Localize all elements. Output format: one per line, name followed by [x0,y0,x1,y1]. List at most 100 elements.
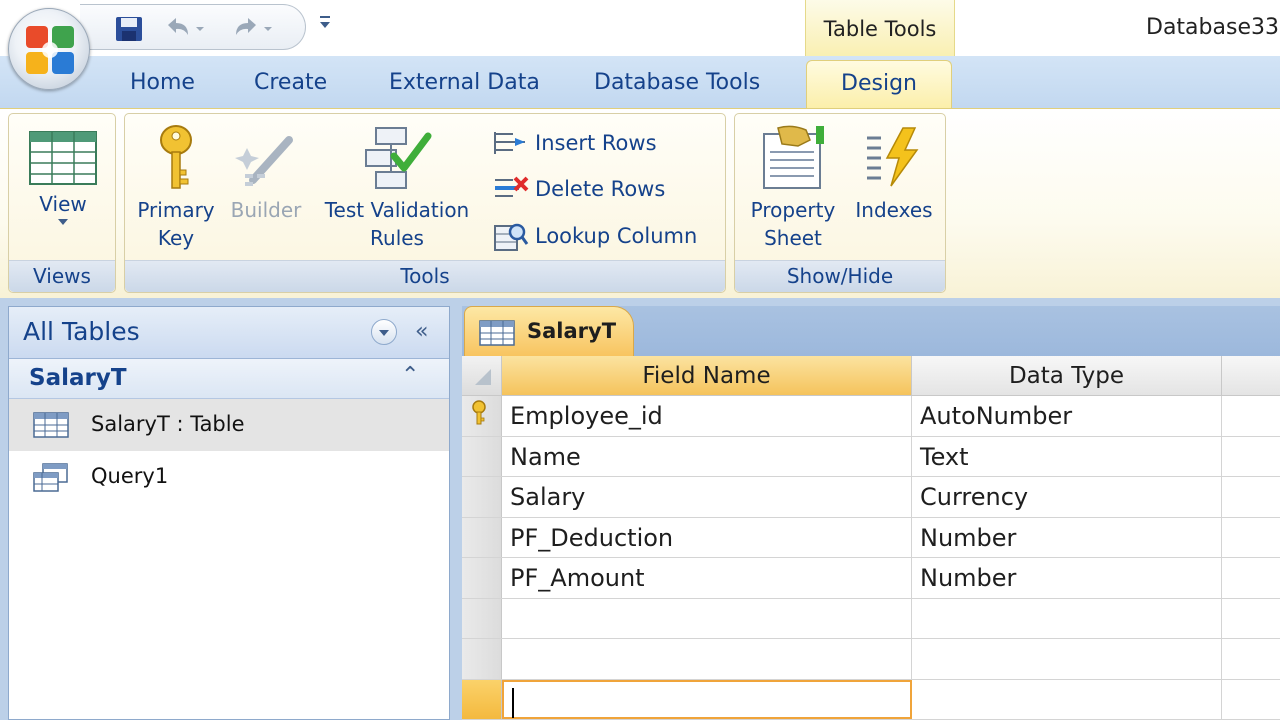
table-row-active[interactable] [462,679,1280,720]
primary-key-button[interactable]: Primary Key [133,124,219,252]
column-header-data-type[interactable]: Data Type [912,356,1222,396]
query-icon [33,463,68,492]
table-row[interactable]: Employee_id AutoNumber [462,396,1280,437]
table-design-grid: Field Name Data Type Employee_id AutoNum… [462,356,1280,720]
table-row[interactable]: PF_Amount Number [462,558,1280,599]
document-tab-label: SalaryT [527,319,617,343]
nav-item-salaryt-table[interactable]: SalaryT : Table [9,399,449,451]
nav-pane-title: All Tables [23,317,140,346]
primary-key-label-line1: Primary [137,198,215,222]
row-selector[interactable] [462,517,502,557]
data-type-cell[interactable]: Number [912,558,1222,598]
field-name-cell[interactable]: Employee_id [502,396,912,436]
column-header-field-name[interactable]: Field Name [502,356,912,396]
primary-key-label-line2: Key [157,226,195,250]
property-sheet-label-line1: Property [750,198,836,222]
data-type-cell[interactable] [912,679,1222,719]
collapse-group-icon[interactable]: ⌃ [401,363,419,388]
data-type-cell[interactable]: AutoNumber [912,396,1222,436]
field-name-cell[interactable]: PF_Deduction [502,517,912,557]
nav-item-label: Query1 [91,464,169,488]
nav-item-query1[interactable]: Query1 [9,451,449,503]
table-row[interactable]: Name Text [462,436,1280,477]
row-selector[interactable] [462,558,502,598]
tab-database-tools[interactable]: Database Tools [594,70,760,95]
field-name-cell[interactable] [502,639,912,679]
nav-group-label: SalaryT [29,365,127,391]
delete-rows-button[interactable]: Delete Rows [493,174,665,204]
field-name-cell[interactable]: Salary [502,477,912,517]
tab-create[interactable]: Create [254,70,327,95]
view-label: View [39,192,87,216]
column-header-description[interactable] [1222,356,1280,396]
insert-rows-icon [494,132,525,154]
row-selector[interactable] [462,639,502,679]
nav-menu-dropdown-button[interactable] [371,319,397,345]
primary-key-icon [472,400,486,425]
data-type-cell[interactable]: Number [912,517,1222,557]
table-row-empty[interactable] [462,598,1280,639]
office-button[interactable] [8,8,90,90]
property-sheet-label-line2: Sheet [764,226,822,250]
lookup-column-label: Lookup Column [535,224,698,248]
data-type-cell[interactable] [912,598,1222,638]
indexes-lightning-icon [867,127,919,187]
document-tab-strip: SalaryT [462,306,1280,356]
row-selector[interactable] [462,477,502,517]
tools-group: Primary Key Builder Test Validation Rule… [124,113,726,293]
builder-wand-icon [235,136,293,186]
text-caret [512,687,514,718]
field-name-cell[interactable]: Name [502,436,912,476]
property-sheet-button[interactable]: Property Sheet [741,124,845,252]
indexes-label: Indexes [855,198,933,222]
key-icon [160,125,192,189]
view-button[interactable]: View [17,128,109,230]
indexes-button[interactable]: Indexes [847,124,941,224]
field-name-cell[interactable] [502,598,912,638]
navigation-pane: All Tables « SalaryT ⌃ SalaryT : Table Q… [8,306,450,720]
row-selector[interactable] [462,396,502,436]
tab-home[interactable]: Home [130,70,195,95]
shutter-bar-close-icon[interactable]: « [415,319,428,344]
views-group: View Views [8,113,116,293]
document-tab-salaryt[interactable]: SalaryT [464,306,634,356]
nav-item-label: SalaryT : Table [91,412,245,436]
lookup-column-icon [494,223,529,251]
table-row[interactable]: Salary Currency [462,477,1280,518]
data-type-cell[interactable]: Currency [912,477,1222,517]
table-row-empty[interactable] [462,639,1280,680]
lookup-column-button[interactable]: Lookup Column [493,220,697,252]
table-icon [479,320,515,346]
table-row[interactable]: PF_Deduction Number [462,517,1280,558]
insert-rows-button[interactable]: Insert Rows [493,128,657,158]
row-selector[interactable] [462,436,502,476]
nav-group-header[interactable]: SalaryT ⌃ [9,359,449,399]
show-hide-group-label: Show/Hide [735,260,945,292]
tab-external-data[interactable]: External Data [389,70,540,95]
nav-pane-header[interactable]: All Tables « [9,307,449,359]
select-all-icon [474,369,491,385]
data-type-cell[interactable] [912,639,1222,679]
customize-qat-icon[interactable] [318,14,332,34]
test-validation-rules-button[interactable]: Test Validation Rules [311,124,483,252]
title-bar: Table Tools Database33 [0,0,1280,58]
document-pane: SalaryT Field Name Data Type Employee_id… [458,298,1280,720]
delete-rows-label: Delete Rows [535,177,666,201]
field-name-input-active[interactable] [502,679,912,719]
views-group-label: Views [9,260,115,292]
builder-button[interactable]: Builder [225,124,307,224]
undo-icon[interactable] [162,15,206,43]
quick-access-toolbar [80,4,306,50]
ribbon-tab-row: Home Create External Data Database Tools… [0,56,1280,112]
builder-label: Builder [230,198,302,222]
redo-icon[interactable] [230,15,274,43]
tab-design[interactable]: Design [806,60,952,112]
field-name-cell[interactable]: PF_Amount [502,558,912,598]
chevron-down-icon [379,330,389,336]
save-icon[interactable] [114,15,144,43]
view-dropdown-icon [58,219,68,225]
row-selector-active[interactable] [462,679,502,719]
row-selector[interactable] [462,598,502,638]
select-all-corner[interactable] [462,356,502,396]
data-type-cell[interactable]: Text [912,436,1222,476]
